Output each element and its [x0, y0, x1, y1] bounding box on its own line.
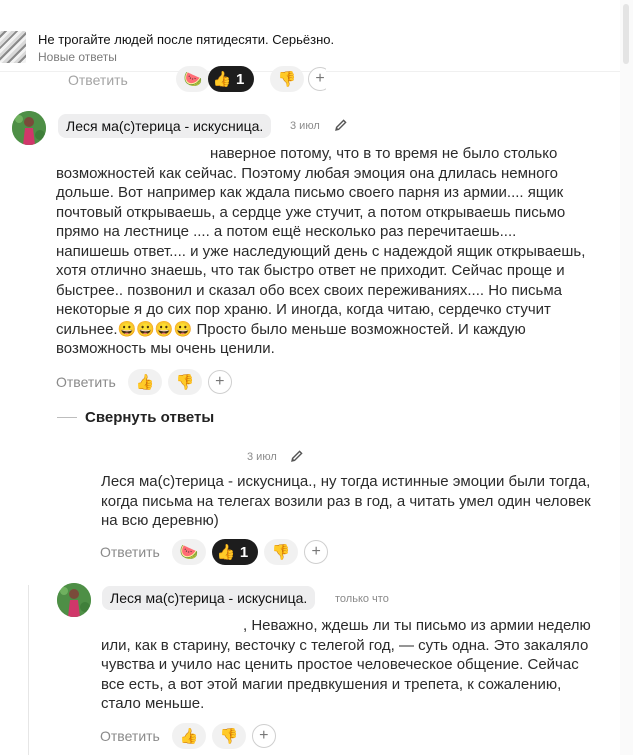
watermelon-reaction[interactable]: 🍉 [171, 539, 206, 565]
dislike-reaction[interactable]: 👎 [211, 723, 246, 749]
reply-button[interactable]: Ответить [56, 374, 116, 390]
comment-line: когда письма на телегах возили раз в год… [101, 492, 591, 510]
thumbs-down-icon: 👎 [277, 71, 297, 88]
edit-pencil-icon[interactable] [334, 118, 348, 132]
avatar-image [57, 583, 91, 617]
notification-title[interactable]: Не трогайте людей после пятидесяти. Серь… [38, 32, 334, 47]
comment-line: все есть, а вот этой магии предвкушения … [101, 675, 562, 693]
plus-icon: + [215, 373, 225, 390]
like-reaction-active[interactable]: 👍 1 [208, 66, 255, 92]
avatar[interactable] [57, 583, 91, 617]
comment-line: наверное потому, что в то время не было … [210, 145, 558, 162]
watermelon-icon: 🍉 [183, 71, 203, 88]
comment-body: Леся ма(с)терица - искусница., ну тогда … [101, 472, 616, 531]
like-reaction[interactable]: 👍 [171, 723, 206, 749]
comment-line: , Неважно, ждешь ли ты письмо из армии н… [243, 617, 591, 634]
comment-body: , Неважно, ждешь ли ты письмо из армии н… [101, 616, 616, 714]
comment-line: почтовый открываешь, а сердце уже стучит… [56, 203, 566, 221]
comment-line: быстрее.. позвонил и сказал обо всех сво… [56, 281, 563, 299]
comment-actions: Ответить 👍 👎 + [56, 368, 232, 396]
author-name[interactable]: Леся ма(с)терица - искусница. [102, 586, 316, 610]
reply-button[interactable]: Ответить [100, 728, 160, 744]
comment-line: стало меньше. [101, 695, 205, 712]
scrollbar-thumb[interactable] [623, 4, 629, 64]
watermelon-icon: 🍉 [179, 544, 199, 561]
comment-date: только что [335, 593, 389, 605]
thumbs-down-icon: 👎 [219, 728, 239, 745]
dislike-reaction[interactable]: 👎 [270, 66, 304, 92]
comment-line: чувства и учило нас ценить простое челов… [101, 656, 579, 673]
thread-line [28, 585, 29, 755]
dislike-reaction[interactable]: 👎 [167, 369, 202, 395]
thumbs-down-icon: 👎 [271, 544, 291, 561]
comment-actions: Ответить 🍉 👍 1 👎 + [100, 538, 329, 566]
thumbs-up-icon: 👍 [179, 728, 199, 745]
thumbs-up-icon: 👍 [135, 374, 155, 391]
comment-line: некоторые я до сих пор храню. И иногда, … [56, 301, 551, 318]
hidden-reactions-strip: 🍉 👍 1 👎 + [176, 64, 326, 92]
like-reaction[interactable]: 👍 [127, 369, 162, 395]
article-thumbnail [0, 31, 26, 63]
reply-button[interactable]: Ответить [100, 544, 160, 560]
comment-date: 3 июл [247, 451, 277, 463]
like-count: 1 [236, 70, 245, 88]
watermelon-reaction[interactable]: 🍉 [176, 66, 210, 92]
comment-date: 3 июл [290, 120, 320, 132]
plus-icon: + [315, 70, 325, 87]
thumbs-up-icon: 👍 [212, 71, 232, 88]
comment-line: напишешь ответ.... и уже наследующий ден… [56, 242, 586, 260]
add-reaction-button[interactable]: + [308, 67, 326, 91]
collapse-replies-button[interactable]: Свернуть ответы [85, 409, 214, 426]
notification-subtitle: Новые ответы [38, 50, 117, 64]
thumbs-down-icon: 👎 [175, 374, 195, 391]
author-name[interactable]: Леся ма(с)терица - искусница. [58, 114, 272, 138]
comment-actions: Ответить 👍 👎 + [100, 722, 276, 750]
avatar[interactable] [12, 111, 46, 145]
notification-bar[interactable]: Не трогайте людей после пятидесяти. Серь… [0, 0, 633, 72]
plus-icon: + [311, 543, 321, 560]
add-reaction-button[interactable]: + [207, 370, 232, 394]
reply-button[interactable]: Ответить [68, 72, 128, 88]
comment-line: сильнее.😀😀😀😀 Просто было меньше возможно… [56, 320, 526, 338]
edit-pencil-icon[interactable] [290, 449, 304, 463]
collapse-divider [57, 417, 77, 418]
comment-body: наверное потому, что в то время не было … [56, 144, 616, 359]
like-reaction-active[interactable]: 👍 1 [211, 539, 259, 565]
plus-icon: + [259, 727, 269, 744]
comment-line: дольше. Вот например как ждала письмо св… [56, 184, 564, 201]
add-reaction-button[interactable]: + [304, 540, 329, 564]
comment-line: или, как в старину, весточку с телегой г… [101, 636, 589, 654]
comment-line: прямо на лестнице .... а потом ещё неско… [56, 223, 517, 240]
comment-line: возможность мы очень ценили. [56, 340, 275, 357]
avatar-image [12, 111, 46, 145]
comment-line: на всю деревню) [101, 512, 219, 529]
thumbs-up-icon: 👍 [216, 544, 236, 561]
scrollbar-track[interactable] [620, 0, 633, 755]
dislike-reaction[interactable]: 👎 [264, 539, 299, 565]
comment-line: Леся ма(с)терица - искусница., ну тогда … [101, 473, 591, 490]
comment-line: хотя отлично знаешь, что так быстро отве… [56, 262, 565, 279]
like-count: 1 [239, 543, 249, 561]
add-reaction-button[interactable]: + [251, 724, 276, 748]
comment-line: возможностей как сейчас. Поэтому любая э… [56, 164, 559, 182]
